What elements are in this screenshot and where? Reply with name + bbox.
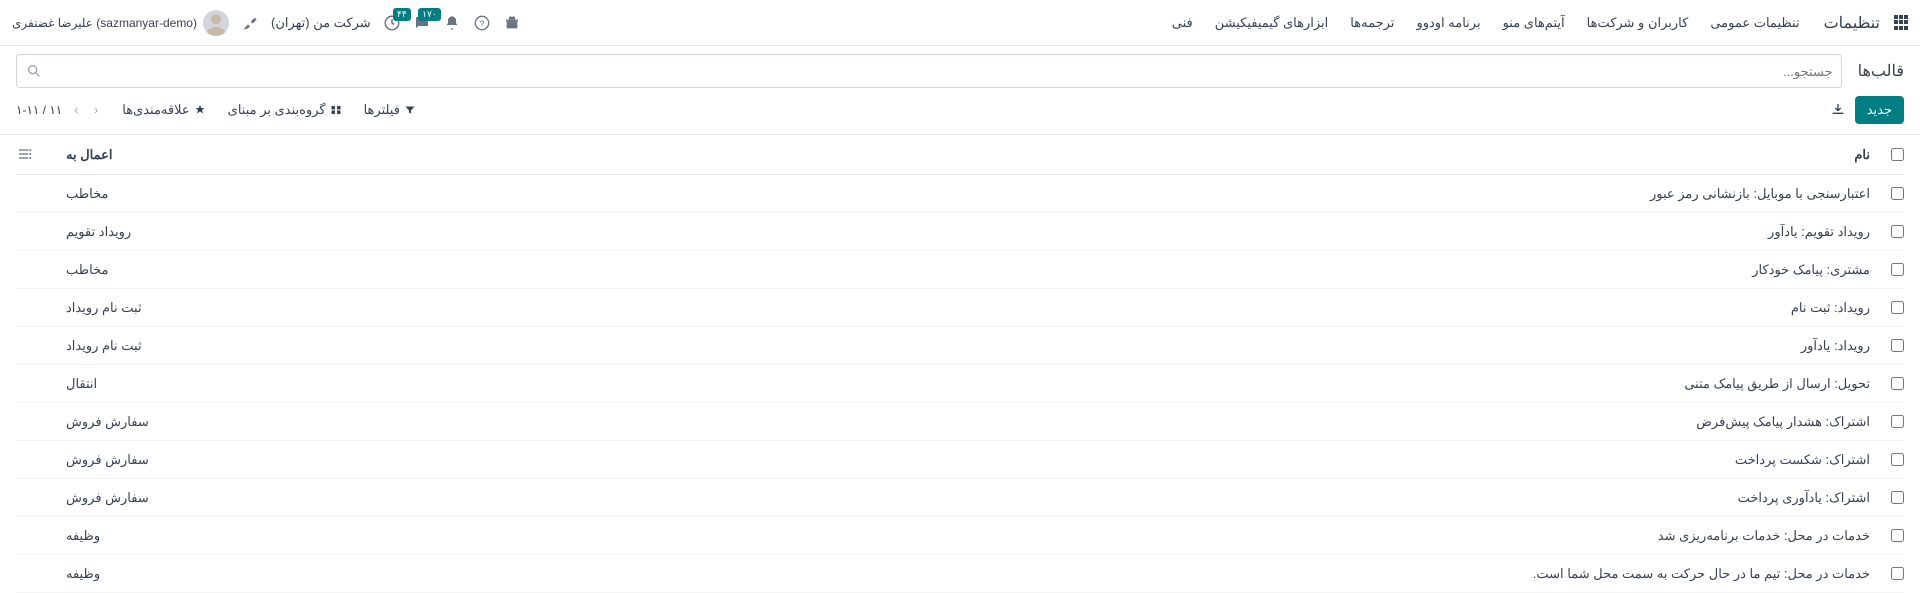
row-name: اعتبارسنجی با موبایل: بازنشانی رمز عبور [386,186,1874,202]
row-checkbox[interactable] [1891,225,1904,238]
filters-dropdown[interactable]: فیلترها [364,102,416,118]
table-row[interactable]: تحویل: ارسال از طریق پیامک متنیانتقال [16,365,1904,403]
username: علیرضا غضنفری (sazmanyar-demo) [12,16,197,30]
row-checkbox[interactable] [1891,339,1904,352]
table-row[interactable]: خدمات در محل: تیم ما در حال حرکت به سمت … [16,555,1904,593]
row-checkbox[interactable] [1891,263,1904,276]
groupby-dropdown[interactable]: گروه‌بندی بر مبنای [228,102,342,118]
row-apply: رویداد تقویم [46,224,386,240]
table-row[interactable]: خدمات در محل: خدمات برنامه‌ریزی شدوظیفه [16,517,1904,555]
svg-text:?: ? [479,18,484,28]
menu-item-users[interactable]: کاربران و شرکت‌ها [1587,15,1689,31]
row-name: تحویل: ارسال از طریق پیامک متنی [386,376,1874,392]
table-row[interactable]: اشتراک: یادآوری پرداختسفارش فروش [16,479,1904,517]
menu-item-translations[interactable]: ترجمه‌ها [1350,15,1394,31]
table-row[interactable]: رویداد: یادآورثبت نام رویداد [16,327,1904,365]
table-row[interactable]: رویداد تقویم: یادآوررویداد تقویم [16,213,1904,251]
row-apply: سفارش فروش [46,490,386,506]
row-apply: ثبت نام رویداد [46,300,386,316]
row-apply: وظیفه [46,566,386,582]
row-apply: ثبت نام رویداد [46,338,386,354]
filters-label: فیلترها [364,102,400,118]
search-input[interactable] [43,64,1833,79]
row-apply: مخاطب [46,186,386,202]
messaging-badge: ۱۷۰ [418,8,441,21]
breadcrumb-title: قالب‌ها [1858,61,1904,81]
row-name: اشتراک: هشدار پیامک پیش‌فرض [386,414,1874,430]
row-name: اشتراک: شکست پرداخت [386,452,1874,468]
row-name: رویداد تقویم: یادآور [386,224,1874,240]
select-all-checkbox[interactable] [1891,148,1904,161]
pager-prev[interactable]: ‹ [70,101,82,119]
wrench-icon[interactable] [241,14,259,32]
row-apply: سفارش فروش [46,414,386,430]
table-row[interactable]: اشتراک: هشدار پیامک پیش‌فرضسفارش فروش [16,403,1904,441]
company-selector[interactable]: شرکت من (تهران) [271,15,371,31]
activity-badge: ۴۴ [393,8,411,21]
bell-icon[interactable] [443,14,461,32]
main-menu: تنظیمات عمومی کاربران و شرکت‌ها آیتم‌های… [1172,15,1800,31]
table-header: نام اعمال به [16,135,1904,175]
row-apply: سفارش فروش [46,452,386,468]
download-icon[interactable] [1829,101,1847,119]
row-checkbox[interactable] [1891,453,1904,466]
menu-item-menuitems[interactable]: آیتم‌های منو [1503,15,1565,31]
app-title: تنظیمات [1824,13,1880,33]
row-checkbox[interactable] [1891,415,1904,428]
row-checkbox[interactable] [1891,529,1904,542]
help-icon[interactable]: ? [473,14,491,32]
groupby-label: گروه‌بندی بر مبنای [228,102,326,118]
row-apply: انتقال [46,376,386,392]
table-row[interactable]: اعتبارسنجی با موبایل: بازنشانی رمز عبورم… [16,175,1904,213]
row-name: خدمات در محل: خدمات برنامه‌ریزی شد [386,528,1874,544]
pager-next[interactable]: › [90,101,102,119]
options-icon[interactable] [16,145,34,163]
row-name: خدمات در محل: تیم ما در حال حرکت به سمت … [386,566,1874,582]
favorites-dropdown[interactable]: علاقه‌مندی‌ها [122,102,205,118]
th-name[interactable]: نام [386,147,1874,163]
avatar [203,10,229,36]
pager-text[interactable]: ۱-۱۱ / ۱۱ [16,103,62,117]
row-apply: مخاطب [46,262,386,278]
gift-icon[interactable] [503,14,521,32]
row-checkbox[interactable] [1891,491,1904,504]
user-menu[interactable]: علیرضا غضنفری (sazmanyar-demo) [12,10,229,36]
pager: ۱-۱۱ / ۱۱ ‹ › [16,101,102,119]
table-row[interactable]: رویداد: ثبت نامثبت نام رویداد [16,289,1904,327]
search-icon[interactable] [25,62,43,80]
row-checkbox[interactable] [1891,567,1904,580]
row-checkbox[interactable] [1891,187,1904,200]
table-row[interactable]: اشتراک: شکست پرداختسفارش فروش [16,441,1904,479]
search-box[interactable] [16,54,1842,88]
row-checkbox[interactable] [1891,301,1904,314]
menu-item-general[interactable]: تنظیمات عمومی [1710,15,1799,31]
menu-item-gamification[interactable]: ابزارهای گیمیفیکیشن [1215,15,1329,31]
new-button[interactable]: جدید [1855,96,1904,124]
menu-item-odoo-app[interactable]: برنامه اودوو [1416,15,1480,31]
apps-icon[interactable] [1892,15,1908,31]
activity-icon[interactable]: ۴۴ [383,14,401,32]
row-checkbox[interactable] [1891,377,1904,390]
th-apply[interactable]: اعمال به [46,147,386,163]
row-name: اشتراک: یادآوری پرداخت [386,490,1874,506]
row-name: مشتری: پیامک خودکار [386,262,1874,278]
row-apply: وظیفه [46,528,386,544]
row-name: رویداد: ثبت نام [386,300,1874,316]
messaging-icon[interactable]: ۱۷۰ [413,14,431,32]
favorites-label: علاقه‌مندی‌ها [122,102,189,118]
table-row[interactable]: مشتری: پیامک خودکارمخاطب [16,251,1904,289]
menu-item-technical[interactable]: فنی [1172,15,1193,31]
row-name: رویداد: یادآور [386,338,1874,354]
